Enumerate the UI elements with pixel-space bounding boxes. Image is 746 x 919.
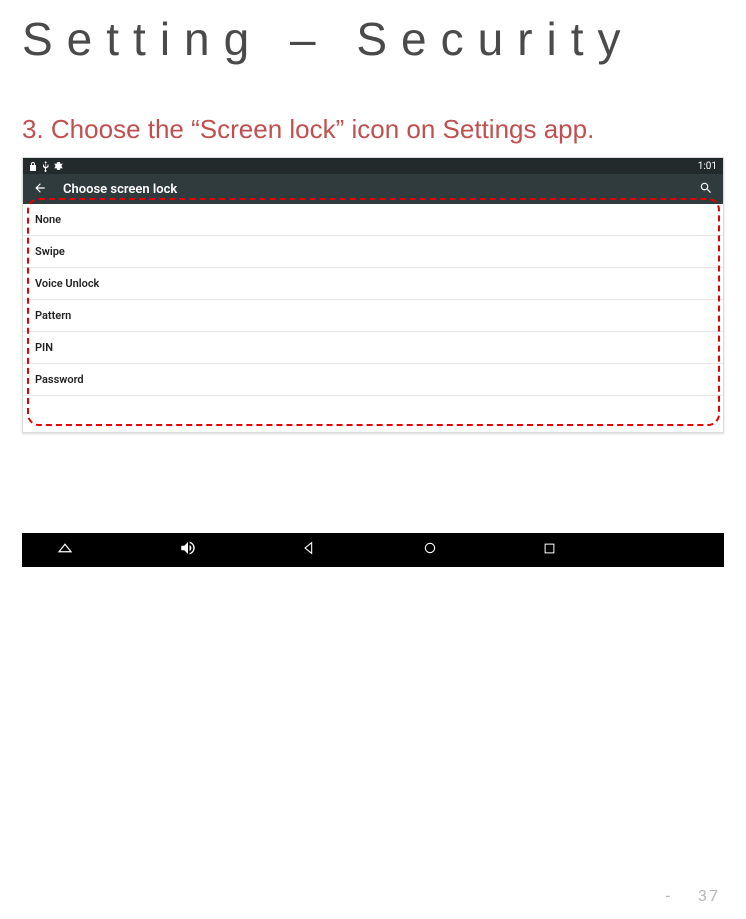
android-status-bar: 1:01 xyxy=(23,158,723,174)
footer-dash: - xyxy=(666,886,672,905)
slide-footer: - 37 xyxy=(666,886,720,905)
lock-icon xyxy=(29,161,37,171)
slide-title: Setting – Security xyxy=(0,0,746,66)
nav-back-icon[interactable] xyxy=(301,540,317,560)
option-label: Swipe xyxy=(35,245,65,258)
search-icon[interactable] xyxy=(699,180,713,199)
option-pin[interactable]: PIN xyxy=(23,332,723,364)
option-pattern[interactable]: Pattern xyxy=(23,300,723,332)
option-label: PIN xyxy=(35,341,53,354)
nav-home-icon[interactable] xyxy=(422,540,438,560)
status-clock: 1:01 xyxy=(698,161,717,172)
option-label: Password xyxy=(35,373,84,386)
nav-up-icon[interactable] xyxy=(56,539,74,561)
page-number: 37 xyxy=(698,886,720,905)
option-none[interactable]: None xyxy=(23,204,723,236)
back-icon[interactable] xyxy=(33,180,47,199)
appbar-title: Choose screen lock xyxy=(63,182,177,197)
option-label: None xyxy=(35,213,61,226)
android-app-bar: Choose screen lock xyxy=(23,174,723,204)
nav-recent-icon[interactable] xyxy=(542,541,557,560)
device-screenshot: 1:01 Choose screen lock None Swipe Voice… xyxy=(22,157,724,433)
option-swipe[interactable]: Swipe xyxy=(23,236,723,268)
android-nav-bar xyxy=(22,533,724,567)
option-voice-unlock[interactable]: Voice Unlock xyxy=(23,268,723,300)
option-password[interactable]: Password xyxy=(23,364,723,396)
list-bottom-pad xyxy=(23,396,723,432)
volume-icon[interactable] xyxy=(179,539,197,561)
screen-lock-options-list: None Swipe Voice Unlock Pattern PIN Pass… xyxy=(23,204,723,432)
option-label: Pattern xyxy=(35,309,71,322)
option-label: Voice Unlock xyxy=(35,277,99,290)
usb-icon xyxy=(42,161,49,172)
debug-icon xyxy=(54,161,63,171)
instruction-text: 3. Choose the “Screen lock” icon on Sett… xyxy=(0,66,746,153)
